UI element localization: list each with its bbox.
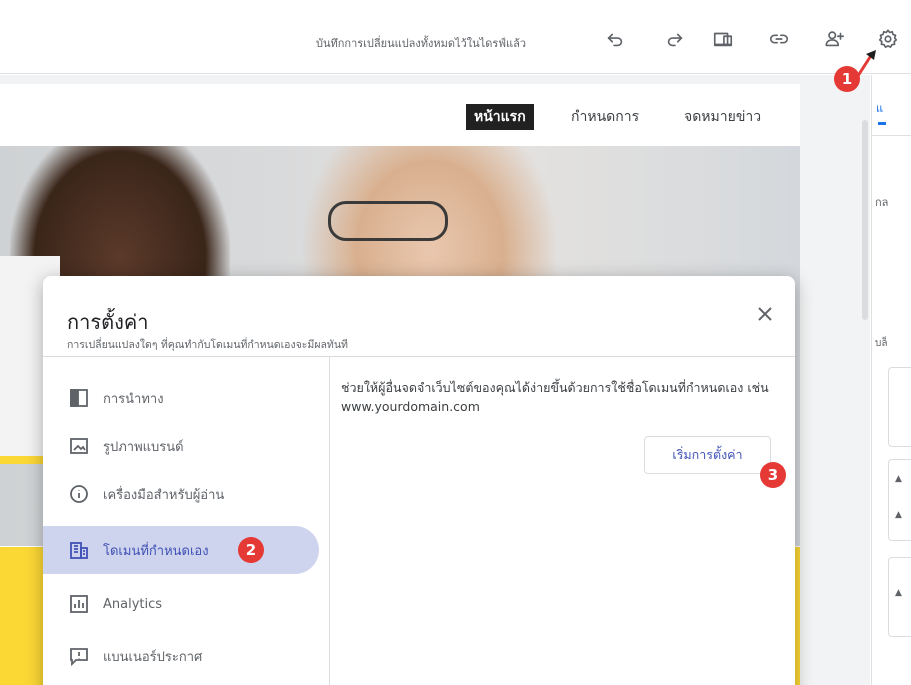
annotation-badge-2: 2 [238, 537, 264, 563]
annotation-badge-1: 1 [834, 66, 860, 92]
settings-dialog: การตั้งค่า การเปลี่ยนแปลงใดๆ ที่คุณทำกับ… [43, 276, 795, 685]
panel-layout-card[interactable]: ▲ [888, 557, 911, 637]
dialog-divider [43, 356, 795, 357]
right-side-panel: แ กล บล็ ▲ ▲ ▲ [871, 75, 911, 685]
panel-divider [872, 135, 911, 136]
nav-item-home[interactable]: หน้าแรก [466, 104, 534, 130]
custom-domain-description: ช่วยให้ผู้อื่นจดจำเว็บไซต์ของคุณได้ง่ายข… [341, 380, 769, 414]
hero-photo-glasses [328, 201, 448, 241]
brand-image-icon [69, 436, 89, 456]
share-icon[interactable] [822, 26, 848, 52]
settings-menu-custom-domain[interactable]: โดเมนที่กำหนดเอง [43, 526, 319, 574]
redo-icon[interactable] [662, 26, 688, 52]
panel-tab-label[interactable]: แ [876, 99, 883, 117]
dialog-vertical-divider [329, 356, 330, 685]
announcement-icon [69, 646, 89, 666]
save-status-text: บันทึกการเปลี่ยนแปลงทั้งหมดไว้ในไดรฟ์แล้… [316, 37, 527, 50]
menu-item-label: รูปภาพแบรนด์ [103, 439, 184, 455]
image-icon: ▲ [895, 474, 902, 484]
settings-menu-reader-tools[interactable]: เครื่องมือสำหรับผู้อ่าน [43, 470, 319, 518]
settings-menu-announcement-banner[interactable]: แบนเนอร์ประกาศ [43, 632, 319, 680]
close-icon [758, 307, 772, 321]
top-toolbar: บันทึกการเปลี่ยนแปลงทั้งหมดไว้ในไดรฟ์แล้… [0, 0, 911, 74]
preview-icon[interactable] [710, 26, 736, 52]
menu-item-label: โดเมนที่กำหนดเอง [103, 543, 209, 559]
nav-item-newsletter[interactable]: จดหมายข่าว [676, 104, 769, 130]
image-icon: ▲ [895, 588, 902, 598]
panel-layout-card[interactable]: ▲ ▲ [888, 459, 911, 541]
close-button[interactable] [751, 300, 779, 328]
menu-item-label: Analytics [103, 596, 163, 612]
start-setup-button[interactable]: เริ่มการตั้งค่า [644, 436, 771, 474]
dialog-subtitle: การเปลี่ยนแปลงใดๆ ที่คุณทำกับโดเมนที่กำห… [67, 339, 348, 351]
dialog-title: การตั้งค่า [67, 310, 149, 334]
info-icon [69, 484, 89, 504]
canvas-scrollbar[interactable] [862, 120, 868, 320]
link-icon[interactable] [766, 26, 792, 52]
panel-text: กล [875, 196, 889, 209]
settings-menu-navigation[interactable]: การนำทาง [43, 374, 319, 422]
settings-menu-analytics[interactable]: Analytics [43, 580, 319, 628]
undo-icon[interactable] [602, 26, 628, 52]
menu-item-label: เครื่องมือสำหรับผู้อ่าน [103, 487, 225, 503]
domain-icon [69, 540, 89, 560]
panel-tab-indicator [878, 122, 886, 125]
menu-item-label: การนำทาง [103, 391, 164, 407]
analytics-icon [69, 594, 89, 614]
settings-menu-brand-images[interactable]: รูปภาพแบรนด์ [43, 422, 319, 470]
site-navigation: หน้าแรก กำหนดการ จดหมายข่าว [0, 84, 800, 146]
panel-section-label: บล็ [875, 338, 888, 349]
navigation-icon [69, 388, 89, 408]
panel-layout-card[interactable] [888, 367, 911, 447]
menu-item-label: แบนเนอร์ประกาศ [103, 649, 203, 665]
image-icon: ▲ [895, 510, 902, 520]
annotation-badge-3: 3 [760, 462, 786, 488]
nav-item-schedule[interactable]: กำหนดการ [563, 104, 647, 130]
